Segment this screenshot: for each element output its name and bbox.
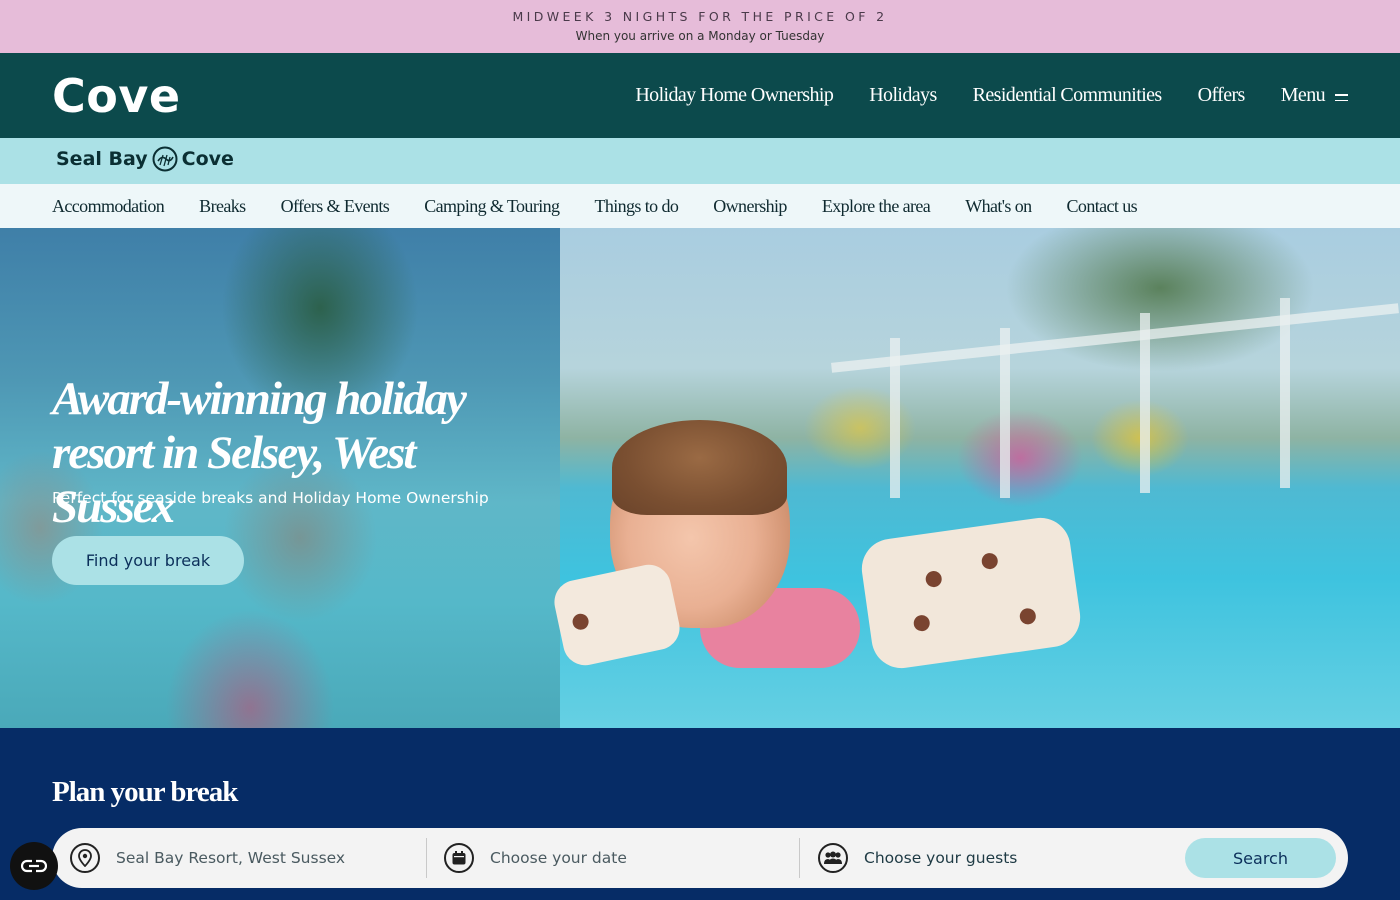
map-pin-icon [70,843,100,873]
booking-search-bar: Seal Bay Resort, West Sussex Choose your… [52,828,1348,888]
location-field[interactable]: Seal Bay Resort, West Sussex [70,828,420,888]
subnav-whats-on[interactable]: What's on [965,196,1032,217]
find-your-break-button[interactable]: Find your break [52,536,244,585]
search-button[interactable]: Search [1185,838,1336,878]
nav-offers[interactable]: Offers [1198,84,1246,107]
field-divider [799,838,800,878]
nav-residential-communities[interactable]: Residential Communities [973,84,1163,107]
site-header: Cove Holiday Home Ownership Holidays Res… [0,53,1400,138]
heart-pattern [571,612,591,632]
child-hair [612,420,787,515]
date-placeholder: Choose your date [490,849,627,867]
hamburger-icon [1335,93,1348,102]
promo-banner[interactable]: MIDWEEK 3 NIGHTS FOR THE PRICE OF 2 When… [0,0,1400,53]
promo-subtitle: When you arrive on a Monday or Tuesday [575,29,825,43]
resort-logo[interactable]: Seal Bay Cove [56,146,234,172]
resort-bar: Seal Bay Cove [0,138,1400,184]
seal-emblem-icon [152,146,178,172]
hero-title-line2: resort in Selsey, West Sussex [52,427,416,533]
pool-fence-post [890,338,900,498]
accessibility-button[interactable] [10,842,58,890]
heart-pattern [980,552,999,571]
resort-name-right: Cove [181,148,234,170]
subnav-camping-touring[interactable]: Camping & Touring [424,196,560,217]
date-field[interactable]: Choose your date [444,828,794,888]
hero-title: Award-winning holiday resort in Selsey, … [52,372,532,534]
hero-subtitle: Perfect for seaside breaks and Holiday H… [52,489,489,507]
resort-subnav: Accommodation Breaks Offers & Events Cam… [0,184,1400,228]
subnav-offers-events[interactable]: Offers & Events [281,196,390,217]
guests-field[interactable]: Choose your guests [818,828,1178,888]
subnav-things-to-do[interactable]: Things to do [594,196,678,217]
pool-fence-post [1280,298,1290,488]
heart-pattern [912,614,931,633]
location-value: Seal Bay Resort, West Sussex [116,849,346,867]
subnav-accommodation[interactable]: Accommodation [52,196,165,217]
subnav-contact-us[interactable]: Contact us [1067,196,1138,217]
hero-title-line1: Award-winning holiday [52,373,467,425]
nav-menu[interactable]: Menu [1281,84,1348,107]
heart-pattern [924,570,943,589]
pool-fence-post [1000,328,1010,498]
subnav-breaks[interactable]: Breaks [199,196,246,217]
guests-icon [818,843,848,873]
subnav-explore-area[interactable]: Explore the area [822,196,931,217]
calendar-icon [444,843,474,873]
promo-title: MIDWEEK 3 NIGHTS FOR THE PRICE OF 2 [512,9,888,24]
resort-name-left: Seal Bay [56,148,148,170]
cove-logo[interactable]: Cove [52,67,181,125]
nav-holidays[interactable]: Holidays [869,84,937,107]
heart-pattern [1018,607,1037,626]
subnav-ownership[interactable]: Ownership [713,196,787,217]
accessibility-icon [21,859,47,873]
plan-title: Plan your break [52,776,238,808]
guests-placeholder: Choose your guests [864,849,1018,867]
field-divider [426,838,427,878]
menu-label: Menu [1280,84,1326,106]
plan-section: Plan your break Seal Bay Resort, West Su… [0,728,1400,900]
main-nav: Holiday Home Ownership Holidays Resident… [635,53,1348,138]
pool-fence-rail [831,303,1399,373]
pool-fence-post [1140,313,1150,493]
nav-holiday-home-ownership[interactable]: Holiday Home Ownership [635,84,833,107]
